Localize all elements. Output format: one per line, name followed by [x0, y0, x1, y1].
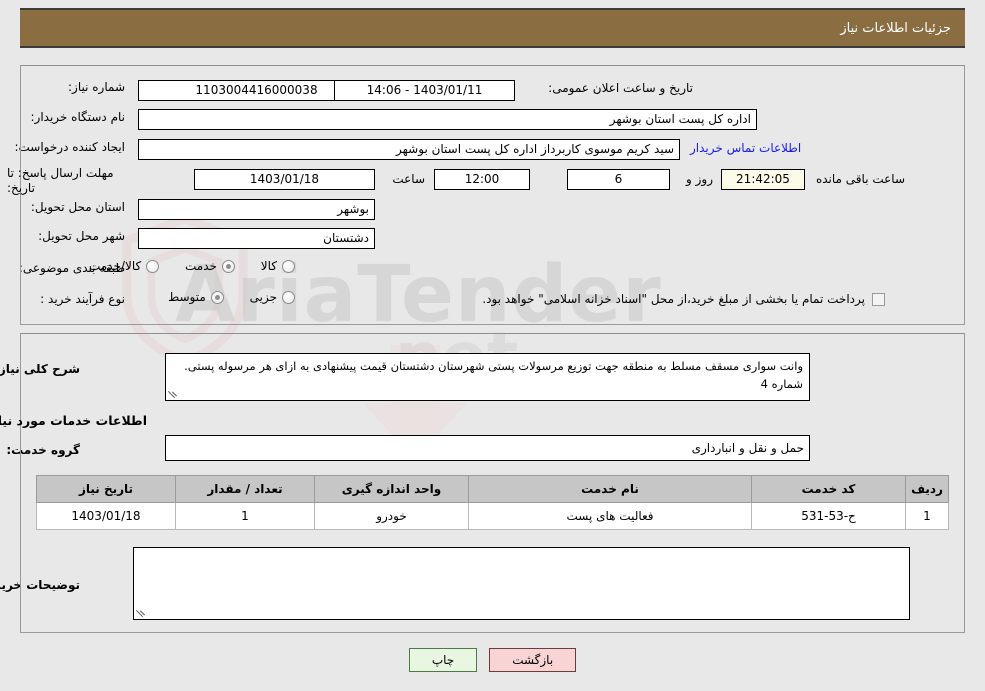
- process-radio-group: جزیی متوسط: [146, 290, 295, 307]
- cell-unit: خودرو: [314, 502, 469, 530]
- need-info-panel: [20, 65, 965, 325]
- countdown-field[interactable]: 21:42:05: [721, 169, 805, 190]
- summary-textarea[interactable]: وانت سواری مسقف مسلط به منطقه جهت توزیع …: [165, 353, 810, 401]
- remaining-days-field[interactable]: 6: [567, 169, 670, 190]
- radio-kala[interactable]: [282, 259, 295, 273]
- cell-need-date: 1403/01/18: [36, 502, 176, 530]
- print-button[interactable]: چاپ: [408, 648, 478, 672]
- process-option-jozi[interactable]: جزیی: [250, 290, 295, 304]
- col-service-code: کد خدمت: [751, 475, 906, 503]
- col-row: ردیف: [905, 475, 949, 503]
- category-radio-group: کالا خدمت کالا/خدمت: [67, 259, 295, 276]
- summary-text: وانت سواری مسقف مسلط به منطقه جهت توزیع …: [184, 359, 803, 391]
- cell-service-name: فعالیت های پست: [468, 502, 752, 530]
- category-option-kala-khedmat-label: کالا/خدمت: [89, 259, 142, 273]
- announce-datetime-field[interactable]: 1403/01/11 - 14:06: [334, 80, 515, 101]
- col-service-name: نام خدمت: [468, 475, 752, 503]
- cell-service-code: ح-53-531: [751, 502, 906, 530]
- cell-quantity: 1: [175, 502, 315, 530]
- deadline-date-field[interactable]: 1403/01/18: [194, 169, 375, 190]
- col-unit: واحد اندازه گیری: [314, 475, 469, 503]
- category-option-kala-label: کالا: [260, 259, 277, 273]
- deadline-label-wrap: مهلت ارسال پاسخ: تا تاریخ:: [7, 166, 125, 196]
- process-option-motavaset-label: متوسط: [168, 290, 206, 304]
- services-section-heading: اطلاعات خدمات مورد نیاز: [0, 413, 147, 428]
- radio-motavaset[interactable]: [210, 290, 224, 304]
- resize-grip-icon-notes[interactable]: [136, 609, 145, 618]
- city-field[interactable]: دشتستان: [138, 228, 375, 249]
- col-need-date: تاریخ نیاز: [36, 475, 176, 503]
- category-option-kala-khedmat[interactable]: کالا/خدمت: [89, 259, 160, 273]
- service-group-field[interactable]: حمل و نقل و انبارداری: [165, 435, 810, 461]
- buyer-notes-textarea[interactable]: [133, 547, 910, 620]
- treasury-bond-checkbox[interactable]: [872, 293, 885, 306]
- process-option-jozi-label: جزیی: [249, 290, 277, 304]
- resize-grip-icon[interactable]: [168, 390, 177, 399]
- days-label: روز و: [686, 172, 713, 186]
- table-row[interactable]: 1 ح-53-531 فعالیت های پست خودرو 1 1403/0…: [36, 502, 949, 530]
- page-header-banner: جزئیات اطلاعات نیاز: [20, 8, 965, 48]
- col-quantity: تعداد / مقدار: [175, 475, 315, 503]
- radio-khedmat[interactable]: [221, 259, 235, 273]
- category-option-kala[interactable]: کالا: [261, 259, 295, 273]
- deadline-label: مهلت ارسال پاسخ: تا تاریخ:: [7, 166, 114, 195]
- radio-kala-khedmat[interactable]: [146, 259, 160, 273]
- province-field[interactable]: بوشهر: [138, 199, 375, 220]
- radio-jozi[interactable]: [282, 290, 295, 304]
- treasury-bond-option[interactable]: پرداخت تمام یا بخشی از مبلغ خرید،از محل …: [482, 292, 885, 307]
- hour-label: ساعت: [392, 172, 425, 186]
- process-option-motavaset[interactable]: متوسط: [168, 290, 224, 304]
- footer-button-row: بازگشت چاپ: [0, 648, 985, 672]
- back-button[interactable]: بازگشت: [489, 648, 577, 672]
- services-table: ردیف کد خدمت نام خدمت واحد اندازه گیری ت…: [36, 475, 949, 530]
- buyer-org-field[interactable]: اداره کل پست استان بوشهر: [138, 109, 757, 130]
- countdown-label: ساعت باقی مانده: [815, 172, 905, 186]
- page-title: جزئیات اطلاعات نیاز: [840, 20, 951, 36]
- category-option-khedmat[interactable]: خدمت: [185, 259, 235, 273]
- cell-row: 1: [905, 502, 949, 530]
- services-table-wrapper: ردیف کد خدمت نام خدمت واحد اندازه گیری ت…: [36, 475, 949, 530]
- deadline-hour-field[interactable]: 12:00: [434, 169, 530, 190]
- buyer-contact-link[interactable]: اطلاعات تماس خریدار: [690, 141, 801, 155]
- creator-field[interactable]: سید کریم موسوی کاربرداز اداره کل پست است…: [138, 139, 680, 160]
- treasury-bond-text: پرداخت تمام یا بخشی از مبلغ خرید،از محل …: [482, 292, 865, 306]
- table-header-row: ردیف کد خدمت نام خدمت واحد اندازه گیری ت…: [36, 475, 949, 503]
- category-option-khedmat-label: خدمت: [185, 259, 217, 273]
